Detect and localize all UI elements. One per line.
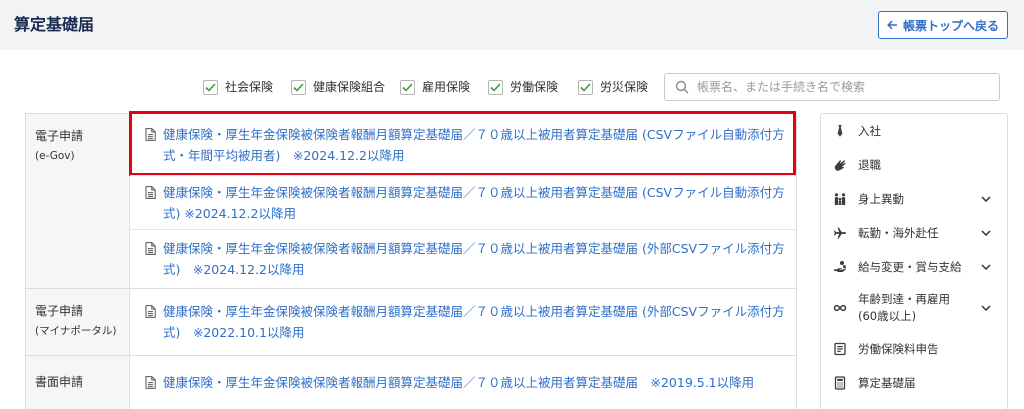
airplane-icon xyxy=(833,226,847,240)
form-item[interactable]: 健康保険・厚生年金保険被保険者報酬月額算定基礎届／７０歳以上被用者算定基礎届 ※… xyxy=(130,356,796,409)
category-cell: 電子申請 (e-Gov) xyxy=(26,114,130,288)
chevron-down-icon xyxy=(981,196,991,202)
chevron-down-icon xyxy=(981,305,991,311)
form-items: 健康保険・厚生年金保険被保険者報酬月額算定基礎届／７０歳以上被用者算定基礎届 (… xyxy=(130,289,796,355)
filter-checkbox[interactable] xyxy=(488,79,503,95)
form-link[interactable]: 健康保険・厚生年金保険被保険者報酬月額算定基礎届／７０歳以上被用者算定基礎届 (… xyxy=(163,301,791,343)
document-icon xyxy=(145,305,156,318)
filter-label: 健康保険組合 xyxy=(313,80,386,94)
filter-rodo-hoken[interactable]: 労働保険 xyxy=(488,79,558,95)
sidebar-item-label: 退職 xyxy=(858,157,881,172)
sidebar-item-label: 身上異動 xyxy=(858,191,904,206)
form-item[interactable]: 健康保険・厚生年金保険被保険者報酬月額算定基礎届／７０歳以上被用者算定基礎届 (… xyxy=(130,229,796,288)
group-mynaportal: 電子申請 (マイナポータル) 健康保険・厚生年金保険被保険者報酬月額算定基礎届／… xyxy=(26,288,796,355)
sidebar-item-nenrei-totatsu[interactable]: 年齢到達・再雇用 (60歳以上) xyxy=(821,284,1007,332)
family-icon xyxy=(833,192,847,206)
document-list-icon xyxy=(833,342,847,356)
sidebar-item-shinjo-ido[interactable]: 身上異動 xyxy=(821,182,1007,216)
waving-hand-icon xyxy=(833,158,847,172)
back-button-label: 帳票トップへ戻る xyxy=(902,18,999,33)
check-icon xyxy=(580,82,591,92)
category-sidebar: 入社 退職 身上異動 転勤・海外赴任 給与変更・賞与支給 年齢到達・再雇用 (6… xyxy=(820,113,1008,409)
sidebar-item-label-line2: (60歳以上) xyxy=(858,309,917,323)
form-link[interactable]: 健康保険・厚生年金保険被保険者報酬月額算定基礎届／７０歳以上被用者算定基礎届 (… xyxy=(163,124,791,166)
filter-rosai-hoken[interactable]: 労災保険 xyxy=(578,79,648,95)
calculator-icon xyxy=(833,376,847,390)
filter-checkbox[interactable] xyxy=(578,79,593,95)
check-icon xyxy=(490,82,501,92)
category-cell: 電子申請 (マイナポータル) xyxy=(26,289,130,355)
group-e-gov: 電子申請 (e-Gov) 健康保険・厚生年金保険被保険者報酬月額算定基礎届／７０… xyxy=(26,111,796,288)
document-icon xyxy=(145,242,156,255)
search-input[interactable] xyxy=(697,75,999,99)
sidebar-item-label-line1: 年齢到達・再雇用 xyxy=(858,292,950,306)
sidebar-item-label: 年齢到達・再雇用 (60歳以上) xyxy=(858,291,981,325)
filter-kenko-hoken-kumiai[interactable]: 健康保険組合 xyxy=(291,79,385,95)
page-header: 算定基礎届 帳票トップへ戻る xyxy=(0,0,1024,50)
sidebar-item-label: 転勤・海外赴任 xyxy=(858,225,939,240)
arrow-left-icon xyxy=(887,20,898,30)
sidebar-item-label: 労働保険料申告 xyxy=(858,341,939,356)
necktie-icon xyxy=(833,124,847,138)
document-icon xyxy=(145,185,156,199)
sidebar-item-label: 算定基礎届 xyxy=(858,375,916,390)
filter-label: 雇用保険 xyxy=(422,80,471,94)
filter-checkbox[interactable] xyxy=(291,79,306,95)
sidebar-item-nyusha[interactable]: 入社 xyxy=(821,114,1007,148)
group-paper: 書面申請 健康保険・厚生年金保険被保険者報酬月額算定基礎届／７０歳以上被用者算定… xyxy=(26,355,796,409)
coin-hand-icon xyxy=(833,260,847,274)
category-label: 電子申請 xyxy=(35,304,84,318)
form-items: 健康保険・厚生年金保険被保険者報酬月額算定基礎届／７０歳以上被用者算定基礎届 (… xyxy=(129,111,796,288)
filter-checkbox[interactable] xyxy=(400,79,415,95)
filter-label: 労災保険 xyxy=(600,80,649,94)
sidebar-item-label: 給与変更・賞与支給 xyxy=(858,259,962,274)
page-title: 算定基礎届 xyxy=(14,15,95,34)
sidebar-item-kyuyo-henko[interactable]: 給与変更・賞与支給 xyxy=(821,250,1007,284)
form-items: 健康保険・厚生年金保険被保険者報酬月額算定基礎届／７０歳以上被用者算定基礎届 ※… xyxy=(130,356,796,409)
sidebar-item-santei-kiso[interactable]: 算定基礎届 xyxy=(821,366,1007,400)
category-sublabel: (e-Gov) xyxy=(35,150,75,162)
document-icon xyxy=(145,127,156,141)
back-to-forms-top-button[interactable]: 帳票トップへ戻る xyxy=(878,11,1008,39)
infinity-icon xyxy=(833,301,847,315)
check-icon xyxy=(402,82,413,92)
form-link[interactable]: 健康保険・厚生年金保険被保険者報酬月額算定基礎届／７０歳以上被用者算定基礎届 (… xyxy=(163,182,791,224)
form-item[interactable]: 健康保険・厚生年金保険被保険者報酬月額算定基礎届／７０歳以上被用者算定基礎届 (… xyxy=(130,289,796,355)
filter-koyo-hoken[interactable]: 雇用保険 xyxy=(400,79,470,95)
chevron-down-icon xyxy=(981,230,991,236)
chevron-down-icon xyxy=(981,264,991,270)
sidebar-item-taishoku[interactable]: 退職 xyxy=(821,148,1007,182)
category-label: 書面申請 xyxy=(35,375,84,389)
filter-label: 社会保険 xyxy=(225,80,274,94)
check-icon xyxy=(205,82,216,92)
filter-checkbox[interactable] xyxy=(203,79,218,95)
category-label: 電子申請 xyxy=(35,129,84,143)
form-link[interactable]: 健康保険・厚生年金保険被保険者報酬月額算定基礎届／７０歳以上被用者算定基礎届 ※… xyxy=(163,372,791,393)
filter-label: 労働保険 xyxy=(510,80,559,94)
document-icon xyxy=(145,376,156,389)
form-link[interactable]: 健康保険・厚生年金保険被保険者報酬月額算定基礎届／７０歳以上被用者算定基礎届 (… xyxy=(163,238,791,280)
form-item[interactable]: 健康保険・厚生年金保険被保険者報酬月額算定基礎届／７０歳以上被用者算定基礎届 (… xyxy=(129,111,796,176)
sidebar-item-tenkin[interactable]: 転勤・海外赴任 xyxy=(821,216,1007,250)
category-sublabel: (マイナポータル) xyxy=(35,325,117,337)
sidebar-item-label: 入社 xyxy=(858,123,881,138)
filter-shakai-hoken[interactable]: 社会保険 xyxy=(203,79,273,95)
search-box[interactable] xyxy=(664,73,1000,101)
sidebar-item-rodo-hokenryo[interactable]: 労働保険料申告 xyxy=(821,332,1007,366)
check-icon xyxy=(293,82,304,92)
search-icon xyxy=(675,80,689,94)
form-item[interactable]: 健康保険・厚生年金保険被保険者報酬月額算定基礎届／７０歳以上被用者算定基礎届 (… xyxy=(130,175,796,229)
category-cell: 書面申請 xyxy=(26,356,130,409)
form-list-table: 電子申請 (e-Gov) 健康保険・厚生年金保険被保険者報酬月額算定基礎届／７０… xyxy=(25,111,797,409)
